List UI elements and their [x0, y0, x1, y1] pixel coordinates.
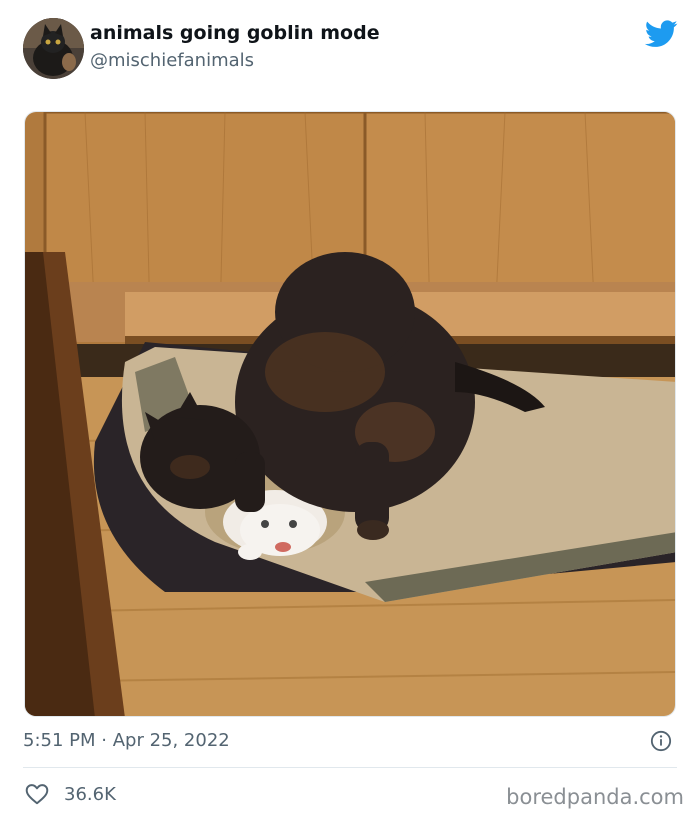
tweet-time: 5:51 PM [23, 730, 96, 751]
like-count: 36.6K [64, 783, 116, 805]
info-icon[interactable] [650, 730, 672, 752]
avatar[interactable] [23, 18, 84, 79]
author-display-name[interactable]: animals going goblin mode [90, 22, 380, 44]
watermark: boredpanda.com [506, 785, 684, 809]
author-handle[interactable]: @mischiefanimals [90, 50, 254, 71]
divider [23, 767, 677, 768]
tweet-card: animals going goblin mode @mischiefanima… [0, 0, 700, 820]
heart-icon[interactable] [24, 781, 50, 807]
photo-illustration [25, 112, 675, 716]
like-button[interactable]: 36.6K [24, 781, 116, 807]
tweet-timestamp[interactable]: 5:51 PM · Apr 25, 2022 [23, 730, 230, 751]
tweet-date: Apr 25, 2022 [112, 730, 230, 751]
cat-avatar-icon [23, 18, 84, 79]
timestamp-separator: · [95, 730, 113, 751]
twitter-bird-icon[interactable] [645, 20, 678, 48]
cat-photo[interactable] [24, 111, 676, 717]
